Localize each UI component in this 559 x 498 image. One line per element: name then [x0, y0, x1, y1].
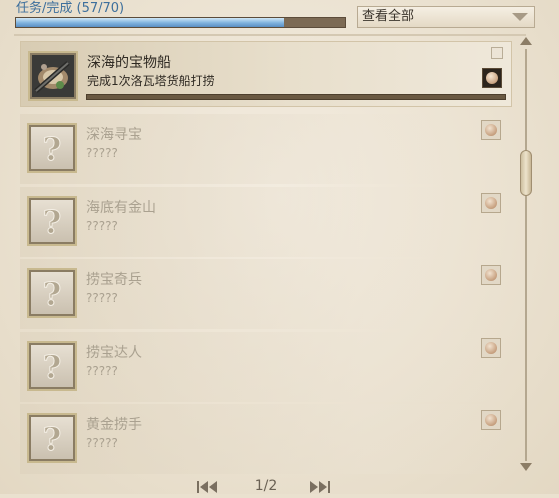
quest-description: ?????: [86, 146, 118, 160]
coin-icon[interactable]: [481, 338, 501, 358]
track-checkbox[interactable]: [491, 47, 503, 59]
quest-title: 捞宝达人: [86, 345, 142, 361]
coin-icon[interactable]: [481, 410, 501, 430]
quest-row[interactable]: ? 捞宝达人 ?????: [20, 332, 512, 402]
quest-title: 黄金捞手: [86, 417, 142, 433]
quest-row[interactable]: 深海的宝物船 完成1次洛瓦塔货船打捞: [20, 41, 512, 107]
quest-row[interactable]: ? 黄金捞手 ?????: [20, 404, 512, 474]
svg-text:?: ?: [43, 130, 62, 168]
svg-text:?: ?: [43, 203, 62, 241]
quest-progress-bar: [86, 94, 506, 100]
quest-title: 捞宝奇兵: [86, 272, 142, 288]
scroll-up-icon[interactable]: [520, 37, 532, 45]
quest-description: 完成1次洛瓦塔货船打捞: [87, 74, 215, 88]
pager: 1/2: [0, 476, 559, 494]
scroll-thumb[interactable]: [520, 150, 532, 196]
double-chevron-right-icon[interactable]: [306, 479, 332, 493]
quest-description: ?????: [86, 436, 118, 450]
chevron-down-icon[interactable]: [512, 13, 528, 21]
coin-icon[interactable]: [481, 265, 501, 285]
quest-description: ?????: [86, 291, 118, 305]
divider: [14, 34, 526, 36]
quest-row[interactable]: ? 捞宝奇兵 ?????: [20, 259, 512, 329]
quest-list: 深海的宝物船 完成1次洛瓦塔货船打捞 ? 深海寻宝 ????? ? 海底有金山 …: [20, 37, 512, 474]
scrollbar[interactable]: [518, 37, 534, 473]
scroll-down-icon[interactable]: [520, 463, 532, 471]
svg-text:?: ?: [43, 275, 62, 313]
quest-title: 深海的宝物船: [87, 55, 171, 71]
quest-description: ?????: [86, 364, 118, 378]
question-mark-icon: ?: [27, 413, 77, 463]
quest-title: 深海寻宝: [86, 127, 142, 143]
scroll-track: [525, 49, 527, 461]
progress-bar: [15, 17, 346, 28]
coin-icon[interactable]: [482, 68, 502, 88]
quest-row[interactable]: ? 海底有金山 ?????: [20, 187, 512, 257]
filter-value: 查看全部: [362, 9, 415, 24]
coin-icon[interactable]: [481, 120, 501, 140]
progress-fill: [16, 18, 284, 27]
quest-description: ?????: [86, 219, 118, 233]
question-mark-icon: ?: [27, 196, 77, 246]
filter-dropdown[interactable]: 查看全部: [357, 6, 535, 28]
svg-text:?: ?: [43, 348, 62, 386]
question-mark-icon: ?: [27, 268, 77, 318]
svg-text:?: ?: [43, 420, 62, 458]
page-indicator: 1/2: [254, 478, 278, 494]
coin-icon[interactable]: [481, 193, 501, 213]
ship-treasure-icon: [28, 51, 78, 101]
quest-row[interactable]: ? 深海寻宝 ?????: [20, 114, 512, 184]
progress-label: 任务/完成 (57/70): [16, 1, 125, 16]
question-mark-icon: ?: [27, 123, 77, 173]
double-chevron-left-icon[interactable]: [196, 479, 222, 493]
quest-panel: 任务/完成 (57/70) 查看全部 深海的宝物船 完成1次洛瓦塔货船打捞 ? …: [0, 0, 559, 494]
quest-title: 海底有金山: [86, 200, 156, 216]
question-mark-icon: ?: [27, 341, 77, 391]
